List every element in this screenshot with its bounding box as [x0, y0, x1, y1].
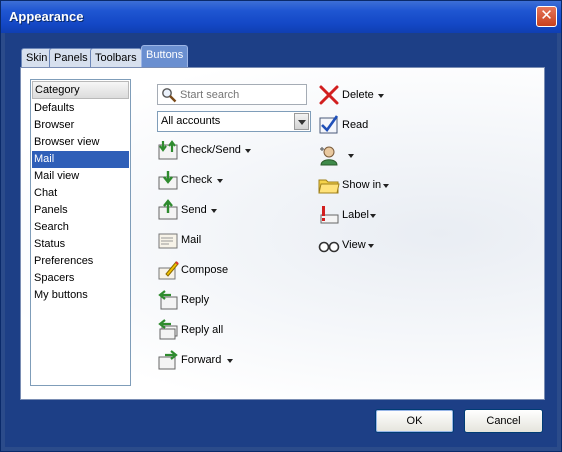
chevron-down-icon[interactable]: [378, 94, 384, 98]
category-item-panels[interactable]: Panels: [32, 202, 129, 219]
label-icon: [320, 206, 339, 224]
forward-icon: [158, 350, 178, 370]
category-item-chat[interactable]: Chat: [32, 185, 129, 202]
view-button[interactable]: View: [318, 234, 398, 258]
check-send-icon: [158, 140, 178, 160]
category-item-status[interactable]: Status: [32, 236, 129, 253]
chevron-down-icon[interactable]: [245, 149, 251, 153]
dialog-body: Skin Panels Toolbars Buttons Category De…: [5, 33, 557, 447]
chevron-down-icon[interactable]: [368, 244, 374, 248]
category-item-search[interactable]: Search: [32, 219, 129, 236]
search-icon: [162, 88, 177, 103]
search-input[interactable]: [180, 87, 300, 102]
label-button[interactable]: Label: [318, 204, 398, 228]
tab-skin[interactable]: Skin: [21, 48, 53, 68]
reply-all-icon: [158, 319, 178, 340]
buttons-panel: Category Defaults Browser Browser view M…: [20, 67, 545, 400]
check-icon: [158, 171, 178, 190]
accounts-value: All accounts: [161, 115, 221, 127]
label-label: Label: [342, 209, 369, 221]
folder-icon: [318, 179, 340, 194]
compose-button[interactable]: Compose: [157, 259, 237, 283]
appearance-dialog: Appearance ✕ Skin Panels Toolbars Button…: [0, 0, 562, 452]
category-header[interactable]: Category: [32, 81, 129, 99]
category-item-my-buttons[interactable]: My buttons: [32, 287, 129, 304]
close-icon: ✕: [540, 7, 553, 24]
chevron-down-icon[interactable]: [211, 209, 217, 213]
read-icon: [319, 115, 339, 134]
read-label: Read: [342, 119, 369, 131]
view-label: View: [342, 239, 366, 251]
mail-label: Mail: [181, 234, 202, 246]
accounts-dropdown[interactable]: All accounts: [157, 111, 311, 132]
chevron-down-icon[interactable]: [217, 179, 223, 183]
category-item-mail[interactable]: Mail: [32, 151, 129, 168]
chevron-down-icon[interactable]: [383, 184, 389, 188]
tab-buttons[interactable]: Buttons: [141, 45, 189, 68]
check-send-button[interactable]: Check/Send: [157, 139, 257, 163]
send-button[interactable]: Send: [157, 199, 237, 223]
tab-toolbars[interactable]: Toolbars: [90, 48, 142, 68]
send-icon: [158, 199, 178, 220]
ok-button[interactable]: OK: [375, 409, 454, 433]
chevron-down-icon[interactable]: [294, 113, 309, 130]
read-button[interactable]: Read: [318, 114, 388, 138]
show-in-label: Show in: [342, 179, 382, 191]
category-item-preferences[interactable]: Preferences: [32, 253, 129, 270]
cancel-button[interactable]: Cancel: [464, 409, 543, 433]
title-bar[interactable]: Appearance ✕: [1, 1, 561, 33]
window-title: Appearance: [9, 9, 84, 24]
category-item-defaults[interactable]: Defaults: [32, 100, 129, 117]
mail-button[interactable]: Mail: [157, 229, 227, 253]
reply-all-button[interactable]: Reply all: [157, 319, 237, 343]
forward-label: Forward: [181, 354, 222, 366]
send-label: Send: [181, 204, 207, 216]
contact-icon: [320, 146, 338, 166]
forward-button[interactable]: Forward: [157, 349, 247, 373]
mail-icon: [158, 233, 178, 249]
compose-label: Compose: [181, 264, 229, 276]
delete-icon: [319, 85, 339, 105]
category-item-browser[interactable]: Browser: [32, 117, 129, 134]
category-item-spacers[interactable]: Spacers: [32, 270, 129, 287]
reply-label: Reply: [181, 294, 210, 306]
reply-button[interactable]: Reply: [157, 289, 227, 313]
search-field[interactable]: [157, 84, 307, 105]
check-button[interactable]: Check: [157, 169, 237, 193]
chevron-down-icon[interactable]: [227, 359, 233, 363]
contact-button[interactable]: [318, 144, 358, 168]
reply-icon: [158, 290, 178, 310]
category-item-browser-view[interactable]: Browser view: [32, 134, 129, 151]
close-button[interactable]: ✕: [536, 6, 557, 27]
delete-label: Delete: [342, 89, 374, 101]
check-send-label: Check/Send: [181, 144, 241, 156]
view-glasses-icon: [318, 241, 340, 253]
tab-panels[interactable]: Panels: [49, 48, 93, 68]
compose-icon: [158, 261, 179, 280]
check-label: Check: [181, 174, 213, 186]
show-in-button[interactable]: Show in: [318, 174, 408, 198]
category-list[interactable]: Category Defaults Browser Browser view M…: [30, 79, 131, 386]
chevron-down-icon[interactable]: [348, 154, 354, 158]
chevron-down-icon[interactable]: [370, 214, 376, 218]
delete-button[interactable]: Delete: [318, 84, 398, 108]
category-item-mail-view[interactable]: Mail view: [32, 168, 129, 185]
reply-all-label: Reply all: [181, 324, 224, 336]
